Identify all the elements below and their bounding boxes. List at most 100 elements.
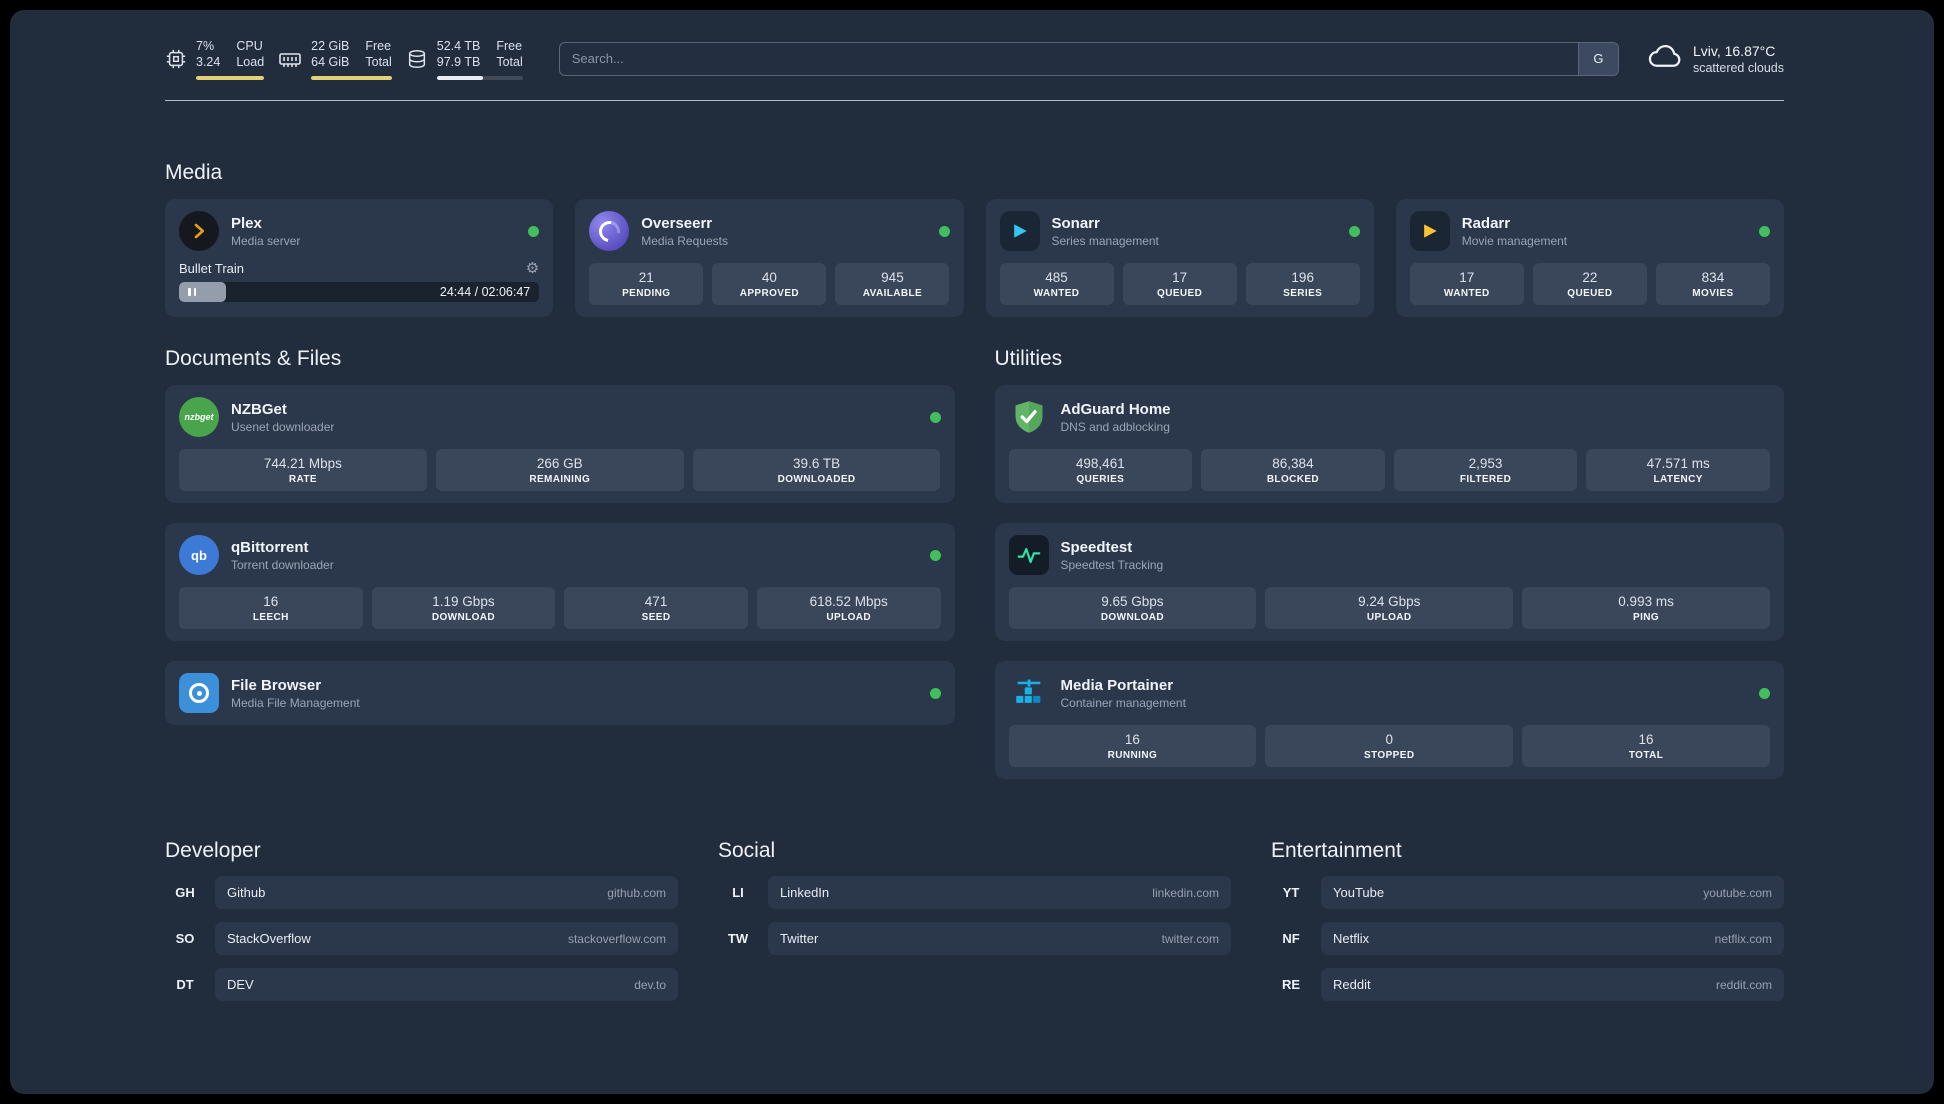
stat-tile: 744.21 Mbps RATE [179, 449, 427, 491]
link-badge: RE [1281, 977, 1301, 992]
disk-free-value: 52.4 TB [436, 39, 481, 53]
ram-total-label: Total [365, 55, 392, 70]
app-name: Radarr [1461, 214, 1511, 232]
stat-tile: 9.24 Gbps UPLOAD [1265, 587, 1514, 629]
link-pill-linkedin[interactable]: LinkedIn linkedin.com [768, 876, 1231, 909]
link-row-netflix: NF Netflix netflix.com [1271, 922, 1784, 955]
speedtest-graph-icon [1008, 535, 1049, 575]
section-title-social: Social [718, 839, 776, 862]
link-row-github: GH Github github.com [165, 876, 678, 909]
weather-widget: Lviv, 16.87°C scattered clouds [1647, 42, 1784, 75]
app-card-overseerr[interactable]: Overseerr Media Requests 21 PENDING 40 A… [575, 199, 964, 317]
stat-tile: 16 TOTAL [1522, 725, 1770, 767]
top-bar: 7% 3.24 CPU Load 22 GiB 64 GiB Free Tota… [165, 38, 1784, 80]
app-name: AdGuard Home [1060, 400, 1171, 418]
app-subtitle: Torrent downloader [231, 557, 334, 572]
app-subtitle: Movie management [1461, 233, 1568, 248]
playback-progress-fill [179, 282, 226, 302]
links-section-entertainment: Entertainment YT YouTube youtube.com NF … [1271, 839, 1784, 1001]
app-name: Plex [231, 214, 262, 232]
stat-tile: 485 WANTED [999, 263, 1114, 305]
disk-free-label: Free [496, 39, 523, 53]
cpu-label: CPU [236, 39, 263, 53]
link-pill-github[interactable]: Github github.com [215, 876, 678, 909]
cpu-stat-widget: 7% 3.24 CPU Load [165, 38, 265, 80]
cloud-icon [1647, 42, 1683, 75]
documents-section: Documents & Files nzbget NZBGet Usenet d… [165, 347, 955, 725]
ram-free-label: Free [365, 39, 392, 53]
section-title-documents: Documents & Files [165, 347, 342, 370]
ram-free-value: 22 GiB [311, 39, 350, 53]
link-pill-stackoverflow[interactable]: StackOverflow stackoverflow.com [215, 922, 678, 955]
dashboard: 7% 3.24 CPU Load 22 GiB 64 GiB Free Tota… [10, 10, 1934, 1094]
app-card-portainer[interactable]: Media Portainer Container management 16 … [994, 661, 1784, 779]
app-card-adguard[interactable]: AdGuard Home DNS and adblocking 498,461 … [994, 385, 1784, 503]
link-row-linkedin: LI LinkedIn linkedin.com [718, 876, 1231, 909]
section-title-developer: Developer [165, 839, 261, 862]
link-row-dev: DT DEV dev.to [165, 968, 678, 1001]
stat-tile: 834 MOVIES [1655, 263, 1770, 305]
stat-tile: 196 SERIES [1245, 263, 1360, 305]
link-row-stackoverflow: SO StackOverflow stackoverflow.com [165, 922, 678, 955]
app-name: Media Portainer [1060, 676, 1174, 694]
radarr-icon [1409, 211, 1450, 251]
weather-location: Lviv, 16.87°C [1692, 42, 1776, 59]
stat-tile: 471 SEED [564, 587, 748, 629]
disk-usage-bar [436, 75, 523, 80]
ram-stat-widget: 22 GiB 64 GiB Free Total [278, 38, 392, 80]
section-title-utilities: Utilities [994, 347, 1063, 370]
app-subtitle: Media File Management [231, 695, 360, 710]
stat-tile: 2,953 FILTERED [1393, 449, 1578, 491]
status-dot [938, 225, 950, 237]
stat-tile: 22 QUEUED [1532, 263, 1647, 305]
stat-tile: 17 WANTED [1409, 263, 1524, 305]
gear-icon[interactable]: ⚙ [526, 261, 539, 276]
link-badge: SO [175, 931, 195, 946]
search-bar[interactable]: G [558, 41, 1619, 76]
app-name: qBittorrent [231, 538, 309, 556]
ram-usage-bar [311, 75, 392, 80]
portainer-icon [1009, 673, 1049, 713]
qbittorrent-icon: qb [179, 535, 219, 575]
app-card-sonarr[interactable]: Sonarr Series management 485 WANTED 17 Q… [985, 199, 1374, 317]
app-card-filebrowser[interactable]: File Browser Media File Management [165, 661, 955, 725]
search-input[interactable] [559, 42, 1578, 75]
cpu-load-value: 3.24 [196, 55, 221, 70]
stat-tile: 47.571 ms LATENCY [1586, 449, 1770, 491]
stat-tile: 618.52 Mbps UPLOAD [756, 587, 941, 629]
section-title-entertainment: Entertainment [1271, 839, 1402, 862]
app-subtitle: DNS and adblocking [1060, 419, 1170, 434]
search-engine-button[interactable]: G [1577, 42, 1618, 75]
link-row-youtube: YT YouTube youtube.com [1271, 876, 1784, 909]
link-pill-youtube[interactable]: YouTube youtube.com [1321, 876, 1784, 909]
app-card-qbittorrent[interactable]: qb qBittorrent Torrent downloader 16 LEE… [165, 523, 955, 641]
disk-stat-widget: 52.4 TB 97.9 TB Free Total [406, 38, 523, 80]
app-subtitle: Speedtest Tracking [1060, 557, 1164, 572]
cpu-usage-value: 7% [196, 39, 215, 53]
link-pill-reddit[interactable]: Reddit reddit.com [1321, 968, 1784, 1001]
cpu-load-label: Load [236, 55, 265, 70]
link-badge: YT [1282, 885, 1300, 900]
status-dot [528, 225, 540, 237]
plex-icon [179, 211, 219, 251]
app-name: File Browser [231, 676, 322, 694]
link-pill-dev[interactable]: DEV dev.to [215, 968, 678, 1001]
link-pill-twitter[interactable]: Twitter twitter.com [768, 922, 1231, 955]
stat-tile: 266 GB REMAINING [435, 449, 684, 491]
app-card-speedtest[interactable]: Speedtest Speedtest Tracking 9.65 Gbps D… [994, 523, 1784, 641]
stat-tile: 945 AVAILABLE [835, 263, 950, 305]
link-pill-netflix[interactable]: Netflix netflix.com [1321, 922, 1784, 955]
app-card-nzbget[interactable]: nzbget NZBGet Usenet downloader 744.21 M… [165, 385, 955, 503]
stat-tile: 40 APPROVED [712, 263, 827, 305]
status-dot [929, 687, 941, 699]
playback-progress-bar[interactable]: 24:44 / 02:06:47 [179, 282, 540, 302]
app-card-radarr[interactable]: Radarr Movie management 17 WANTED 22 QUE… [1395, 199, 1784, 317]
stat-tile: 17 QUEUED [1122, 263, 1237, 305]
app-card-plex[interactable]: Plex Media server Bullet Train ⚙ 24:44 /… [165, 199, 554, 317]
cpu-usage-bar [196, 75, 265, 80]
utilities-section: Utilities AdGuard Home DNS and adblockin… [994, 347, 1784, 779]
pause-icon[interactable] [188, 288, 196, 296]
status-dot [929, 549, 941, 561]
now-playing-title: Bullet Train [179, 261, 245, 276]
link-row-reddit: RE Reddit reddit.com [1271, 968, 1784, 1001]
